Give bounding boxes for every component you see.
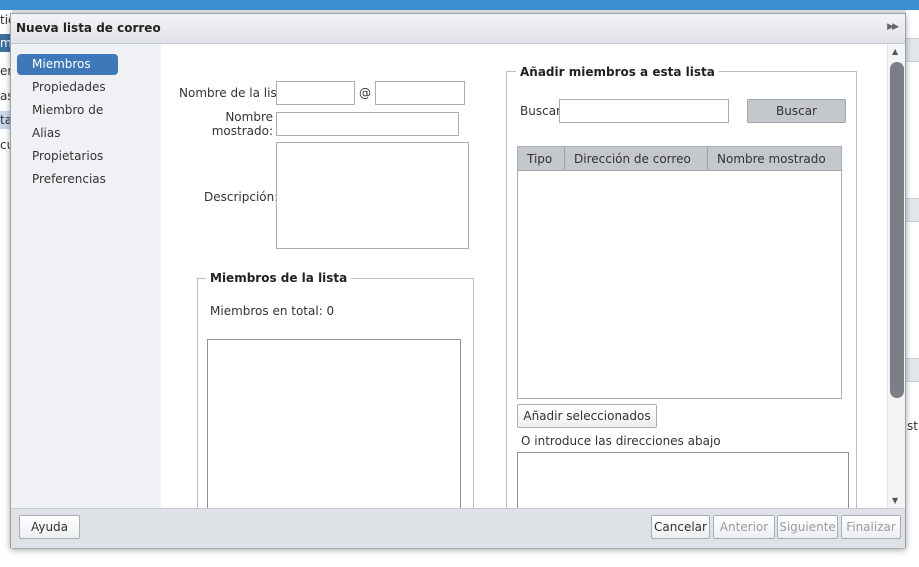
cancel-button[interactable]: Cancelar: [651, 515, 710, 539]
scroll-down-icon[interactable]: ▼: [892, 496, 898, 505]
background-app-header: [0, 0, 919, 10]
domain-input[interactable]: [375, 81, 465, 105]
background-right-divider: [906, 38, 919, 62]
at-sign: @: [359, 86, 371, 100]
search-results-table[interactable]: Tipo Dirección de correo Nombre mostrado: [517, 146, 842, 399]
display-name-input[interactable]: [276, 112, 459, 136]
search-input[interactable]: [559, 99, 729, 123]
description-label: Descripción:: [204, 190, 279, 204]
sidebar-item-preferencias[interactable]: Preferencias: [17, 169, 118, 190]
expand-arrows-icon[interactable]: ▶▶: [887, 22, 899, 32]
manual-addresses-textarea[interactable]: [517, 452, 849, 508]
search-label: Buscar: [520, 104, 561, 118]
sidebar-item-propietarios[interactable]: Propietarios: [17, 146, 118, 167]
dialog-footer: Ayuda Cancelar Anterior Siguiente Finali…: [11, 508, 905, 548]
add-selected-button[interactable]: Añadir seleccionados: [517, 404, 657, 428]
sidebar-item-miembro-de[interactable]: Miembro de: [17, 100, 118, 121]
manual-addresses-label: O introduce las direcciones abajo: [521, 434, 721, 448]
sidebar-item-propiedades[interactable]: Propiedades: [17, 77, 118, 98]
scrollbar-thumb[interactable]: [890, 62, 904, 398]
finish-button[interactable]: Finalizar: [841, 515, 901, 539]
background-fragment: st: [907, 419, 918, 433]
members-list-box[interactable]: [207, 339, 461, 508]
scroll-up-icon[interactable]: ▲: [892, 47, 898, 56]
search-button[interactable]: Buscar: [747, 99, 846, 123]
background-right-divider: [906, 198, 919, 222]
sidebar-item-alias[interactable]: Alias: [17, 123, 118, 144]
content-scrollbar[interactable]: ▲ ▼: [887, 44, 905, 508]
dialog-sidebar: Miembros Propiedades Miembro de Alias Pr…: [11, 44, 161, 508]
dialog-title: Nueva lista de correo: [16, 21, 161, 35]
background-bottom-pane: [12, 549, 906, 567]
display-name-label-line2: mostrado:: [211, 124, 273, 138]
dialog-titlebar[interactable]: Nueva lista de correo ▶▶: [11, 14, 905, 44]
column-header-nombre-mostrado[interactable]: Nombre mostrado: [708, 147, 841, 171]
add-members-legend: Añadir miembros a esta lista: [516, 65, 719, 79]
list-members-legend: Miembros de la lista: [206, 271, 352, 285]
members-total: Miembros en total: 0: [210, 304, 335, 318]
dialog-content: Nombre de la lista @ Nombre mostrado: De…: [161, 44, 887, 508]
list-name-label: Nombre de la lista: [179, 86, 289, 100]
background-right-divider: [906, 358, 919, 382]
next-button[interactable]: Siguiente: [777, 515, 838, 539]
display-name-label-line1: Nombre: [225, 110, 273, 124]
column-header-direccion[interactable]: Dirección de correo: [565, 147, 708, 171]
description-textarea[interactable]: [276, 142, 469, 249]
column-header-tipo[interactable]: Tipo: [518, 147, 565, 171]
list-name-input[interactable]: [276, 81, 355, 105]
help-button[interactable]: Ayuda: [19, 515, 80, 539]
new-mailing-list-dialog: Nueva lista de correo ▶▶ Miembros Propie…: [10, 13, 906, 548]
background-right-pane: [906, 10, 919, 567]
previous-button[interactable]: Anterior: [713, 515, 775, 539]
sidebar-item-miembros[interactable]: Miembros: [17, 54, 118, 75]
